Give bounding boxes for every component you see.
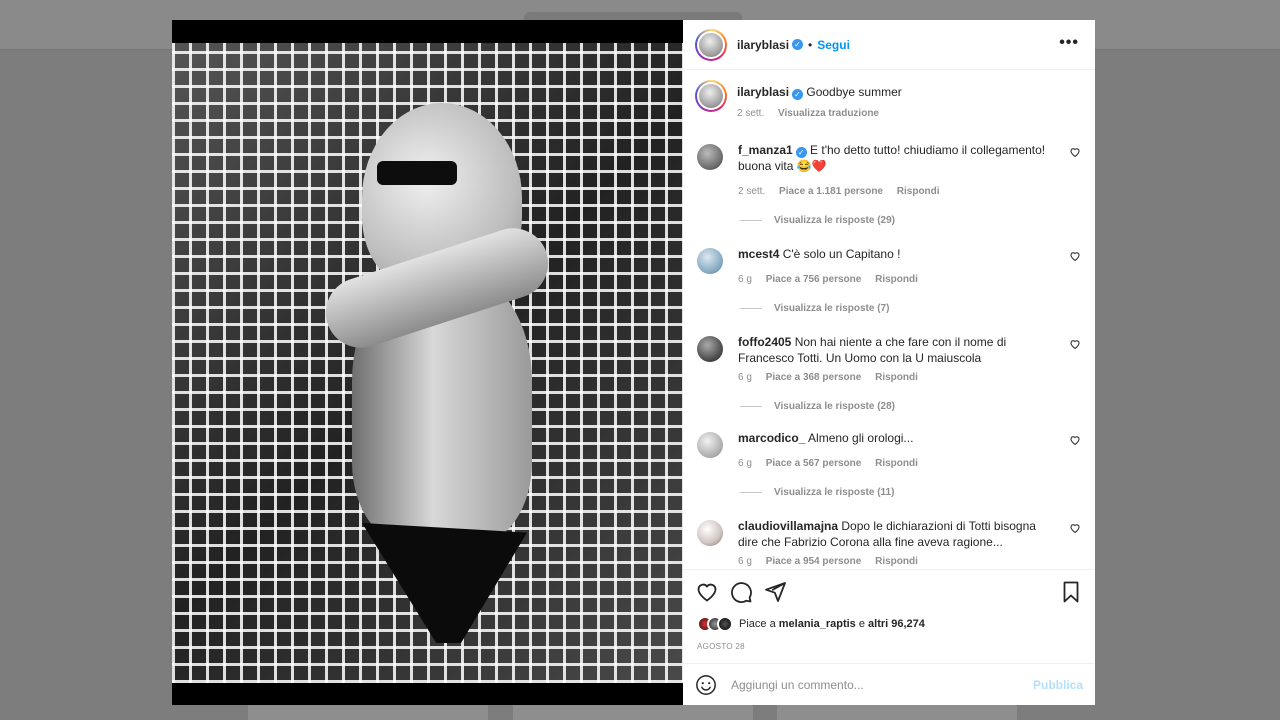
comment-avatar[interactable]	[697, 432, 723, 458]
add-comment-bar: Pubblica	[683, 663, 1095, 705]
publish-button[interactable]: Pubblica	[1033, 678, 1083, 692]
share-send-icon[interactable]	[763, 580, 787, 604]
comment-item: foffo2405 Non hai niente a che fare con …	[695, 334, 1083, 386]
comment-likes[interactable]: Piace a 756 persone	[766, 274, 862, 285]
comment-avatar[interactable]	[697, 336, 723, 362]
comment-avatar[interactable]	[697, 248, 723, 274]
photo-figure	[316, 103, 562, 703]
view-replies-button[interactable]: Visualizza le risposte (29)	[740, 215, 1083, 226]
post-header: ilaryblasi ✓ • Segui •••	[683, 20, 1095, 70]
post-actions: Piace a melania_raptis e altri 96,274 AG…	[683, 569, 1095, 663]
verified-badge-icon: ✓	[792, 89, 804, 100]
reply-button[interactable]: Rispondi	[875, 556, 918, 567]
caption-time: 2 sett.	[737, 108, 765, 119]
comment-likes[interactable]: Piace a 1.181 persone	[779, 186, 883, 197]
reply-button[interactable]: Rispondi	[875, 372, 918, 383]
comment-item: f_manza1 ✓ E t'ho detto tutto! chiudiamo …	[695, 142, 1083, 200]
caption: ilaryblasi ✓ Goodbye summer 2 sett. Visua…	[695, 80, 1083, 126]
comment-like-heart-icon[interactable]	[1069, 250, 1081, 262]
comment-like-heart-icon[interactable]	[1069, 434, 1081, 446]
comment-likes[interactable]: Piace a 567 persone	[766, 458, 862, 469]
post-date: AGOSTO 28	[697, 642, 745, 651]
comment-time: 6 g	[738, 274, 752, 285]
view-replies-button[interactable]: Visualizza le risposte (11)	[740, 487, 1083, 498]
likes-middle: e	[855, 618, 869, 630]
reply-button[interactable]: Rispondi	[875, 274, 918, 285]
likes-prefix: Piace a	[739, 618, 779, 630]
comment-text: Almeno gli orologi...	[808, 431, 914, 445]
post-sidebar: ilaryblasi ✓ • Segui ••• ilaryblasi ✓ Goo…	[683, 20, 1095, 705]
translate-link[interactable]: Visualizza traduzione	[778, 108, 879, 119]
caption-username[interactable]: ilaryblasi	[737, 85, 789, 99]
comment-time: 6 g	[738, 458, 752, 469]
comment-username[interactable]: foffo2405	[738, 335, 791, 349]
photo-content	[172, 43, 683, 703]
comment-like-heart-icon[interactable]	[1069, 338, 1081, 350]
view-replies-button[interactable]: Visualizza le risposte (7)	[740, 303, 1083, 314]
likes-summary: Piace a melania_raptis e altri 96,274	[697, 616, 925, 632]
comment-time: 2 sett.	[738, 186, 766, 197]
comment-input[interactable]	[731, 677, 1011, 692]
reply-button[interactable]: Rispondi	[897, 186, 940, 197]
caption-text: Goodbye summer	[806, 85, 902, 99]
comment-avatar[interactable]	[697, 520, 723, 546]
comment-likes[interactable]: Piace a 368 persone	[766, 372, 862, 383]
comment-bubble-icon[interactable]	[729, 580, 753, 604]
likes-others-link[interactable]: altri 96,274	[868, 618, 925, 630]
comments-list[interactable]: ilaryblasi ✓ Goodbye summer 2 sett. Visua…	[683, 70, 1095, 569]
comment-item: claudiovillamajna Dopo le dichiarazioni …	[695, 518, 1083, 569]
caption-avatar[interactable]	[695, 80, 727, 112]
background-thumbnail	[248, 705, 488, 720]
author-username[interactable]: ilaryblasi	[737, 38, 789, 52]
verified-badge-icon: ✓	[795, 147, 807, 158]
view-replies-button[interactable]: Visualizza le risposte (28)	[740, 401, 1083, 412]
comment-avatar[interactable]	[697, 144, 723, 170]
comment-time: 6 g	[738, 372, 752, 383]
separator-dot: •	[808, 37, 813, 52]
post-photo[interactable]	[172, 20, 683, 705]
comment-username[interactable]: mcest4	[738, 247, 779, 261]
follow-button[interactable]: Segui	[817, 38, 850, 52]
comment-username[interactable]: marcodico_	[738, 431, 805, 445]
comment-like-heart-icon[interactable]	[1069, 146, 1081, 158]
background-thumbnail	[513, 705, 753, 720]
reply-button[interactable]: Rispondi	[875, 458, 918, 469]
comment-item: marcodico_ Almeno gli orologi... 6 g Pia…	[695, 430, 1083, 472]
comment-username[interactable]: claudiovillamajna	[738, 519, 838, 533]
comment-item: mcest4 C'è solo un Capitano ! 6 g Piace …	[695, 246, 1083, 288]
like-heart-icon[interactable]	[695, 580, 719, 604]
background-thumbnail	[777, 705, 1017, 720]
author-avatar[interactable]	[695, 28, 727, 61]
bookmark-save-icon[interactable]	[1059, 580, 1083, 604]
more-options-icon[interactable]: •••	[1059, 34, 1079, 52]
comment-username[interactable]: f_manza1	[738, 143, 793, 157]
liker-username[interactable]: melania_raptis	[779, 618, 856, 630]
comment-like-heart-icon[interactable]	[1069, 522, 1081, 534]
comment-likes[interactable]: Piace a 954 persone	[766, 556, 862, 567]
comment-time: 6 g	[738, 556, 752, 567]
verified-badge-icon: ✓	[792, 39, 804, 50]
emoji-icon[interactable]	[695, 674, 717, 696]
post-modal: ilaryblasi ✓ • Segui ••• ilaryblasi ✓ Goo…	[172, 20, 1095, 705]
liker-avatar[interactable]	[717, 616, 733, 632]
comment-text: C'è solo un Capitano !	[782, 247, 901, 261]
